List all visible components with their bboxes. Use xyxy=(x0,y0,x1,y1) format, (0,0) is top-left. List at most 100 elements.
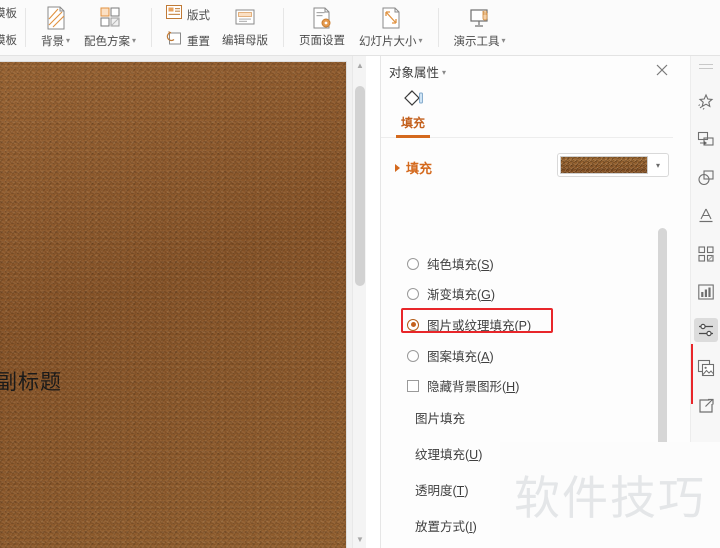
accel-key: S xyxy=(481,258,490,272)
ribbon-button-layout[interactable]: 版式 xyxy=(165,2,210,28)
ribbon-button-layout-label: 版式 xyxy=(187,9,211,22)
transition-icon[interactable] xyxy=(694,128,718,152)
section-fill-label: 填充 xyxy=(406,161,433,176)
triangle-expand-icon xyxy=(395,163,400,172)
ribbon-button-color-scheme-label: 配色方案 ▾ xyxy=(84,33,136,50)
hide-bg-text: 隐藏背景图形( xyxy=(427,380,507,394)
option-gradient-fill-label: 渐变填充(G) xyxy=(427,284,495,303)
scroll-up-arrow-icon[interactable]: ▲ xyxy=(353,58,366,72)
slide-subtitle-text[interactable]: 副标题 xyxy=(0,366,62,396)
ribbon-button-present-tools-label: 演示工具 ▾ xyxy=(454,33,506,50)
color-scheme-text: 配色方案 xyxy=(84,36,131,48)
suffix: ) xyxy=(515,380,520,394)
option-hide-background-graphics[interactable]: 隐藏背景图形(H) xyxy=(407,376,519,395)
color-scheme-icon xyxy=(98,3,122,33)
pane-scrollbar-thumb[interactable] xyxy=(658,228,667,458)
picture-panel-icon[interactable] xyxy=(694,356,718,380)
placement-text: 放置方式( xyxy=(415,520,470,534)
ribbon-button-page-setup[interactable]: 页面设置 xyxy=(292,0,352,55)
ribbon-button-present-tools[interactable]: 演示工具 ▾ xyxy=(447,0,513,55)
suffix: ) xyxy=(472,520,477,534)
transparency-text: 透明度( xyxy=(415,484,457,498)
edit-master-icon xyxy=(232,3,258,33)
suffix: ) xyxy=(489,258,494,272)
pane-title[interactable]: 对象属性 ▾ xyxy=(389,62,446,81)
option-solid-fill-label: 纯色填充(S) xyxy=(427,254,494,273)
accel-key: A xyxy=(481,350,490,364)
option-gradient-fill[interactable]: 渐变填充(G) xyxy=(407,284,495,303)
close-icon[interactable] xyxy=(652,60,672,80)
fill-preview-dropdown[interactable]: ▾ xyxy=(557,153,669,177)
canvas-vertical-scrollbar[interactable]: ▲ ▼ xyxy=(352,56,366,548)
shape-icon[interactable] xyxy=(694,166,718,190)
paint-bucket-icon xyxy=(389,84,437,114)
scroll-down-arrow-icon[interactable]: ▼ xyxy=(353,532,366,546)
watermark-text: 软件技巧 xyxy=(514,471,706,525)
chevron-down-icon: ▾ xyxy=(501,36,506,45)
ribbon-button-save-template[interactable]: 模板 xyxy=(0,28,17,55)
radio-pattern-fill[interactable] xyxy=(407,349,419,362)
ribbon-button-edit-master[interactable]: 编辑母版 xyxy=(215,0,275,55)
ribbon-group-layout: 版式 重置 编辑母版 xyxy=(156,0,279,55)
field-label-texture-fill: 纹理填充(U) xyxy=(415,444,482,463)
option-pattern-fill-label: 图案填充(A) xyxy=(427,346,494,365)
radio-gradient-fill[interactable] xyxy=(407,287,419,300)
option-picture-texture-fill[interactable]: 图片或纹理填充(P) xyxy=(407,315,531,334)
section-fill-header[interactable]: 填充 xyxy=(395,158,432,177)
suffix: ) xyxy=(490,288,496,302)
picture-fill-text: 图片填充 xyxy=(415,412,466,426)
background-text: 背景 xyxy=(41,36,64,48)
tab-fill-label: 填充 xyxy=(400,116,425,130)
ribbon-button-new-template-label: 模板 xyxy=(0,7,17,20)
slide-surface[interactable]: 示 副标题 xyxy=(0,62,346,548)
checkbox-hide-background-graphics[interactable] xyxy=(407,379,419,392)
smart-grid-icon[interactable] xyxy=(694,242,718,266)
text-art-icon[interactable] xyxy=(694,204,718,228)
ribbon-button-color-scheme[interactable]: 配色方案 ▾ xyxy=(77,0,143,55)
ribbon-button-edit-master-label: 编辑母版 xyxy=(222,35,269,47)
ribbon-stack-layout-reset: 版式 重置 xyxy=(160,0,215,55)
ribbon-toolbar: 模板 模板 背景▾ xyxy=(0,0,720,56)
rail-grip-handle[interactable] xyxy=(699,64,713,72)
ribbon-button-background[interactable]: 背景 ▾ xyxy=(34,0,77,55)
chart-icon[interactable] xyxy=(694,280,718,304)
suffix: ) xyxy=(478,448,483,462)
chevron-down-icon: ▾ xyxy=(418,36,423,45)
ribbon-button-slide-size-label: 幻灯片大小 ▾ xyxy=(359,33,423,50)
ribbon-separator-4 xyxy=(437,8,439,47)
app-window: 模板 模板 背景▾ xyxy=(0,0,720,548)
ribbon-button-slide-size[interactable]: 幻灯片大小 ▾ xyxy=(352,0,430,55)
layout-icon xyxy=(165,4,183,25)
background-icon xyxy=(45,3,67,33)
ribbon-group-page: 页面设置 幻灯片大小 ▾ xyxy=(288,0,434,55)
option-pattern-fill[interactable]: 图案填充(A) xyxy=(407,346,494,365)
texture-fill-text: 纹理填充( xyxy=(415,448,470,462)
gradient-fill-text: 渐变填充( xyxy=(427,288,482,302)
texture-preview-swatch xyxy=(560,156,648,174)
ribbon-separator-2 xyxy=(151,8,153,47)
page-setup-icon xyxy=(310,3,334,33)
picture-texture-fill-text: 图片或纹理填充( xyxy=(427,319,519,333)
chevron-down-icon: ▾ xyxy=(66,36,71,45)
ribbon-group-design: 背景 ▾ 配色方案 ▾ xyxy=(30,0,147,55)
radio-picture-texture-fill[interactable] xyxy=(407,318,419,331)
canvas-scrollbar-thumb[interactable] xyxy=(355,86,365,286)
ribbon-button-reset-label: 重置 xyxy=(187,35,211,48)
solid-fill-text: 纯色填充( xyxy=(427,258,482,272)
suffix: ) xyxy=(527,319,532,333)
suffix: ) xyxy=(464,484,469,498)
reset-icon xyxy=(165,30,183,51)
slide-canvas-area[interactable]: 示 副标题 ▲ ▼ xyxy=(0,56,366,548)
chevron-down-icon: ▾ xyxy=(442,68,447,77)
share-icon[interactable] xyxy=(694,394,718,418)
watermark-overlay: 软件技巧 xyxy=(500,442,720,548)
ribbon-button-background-label: 背景 ▾ xyxy=(41,33,70,50)
radio-solid-fill[interactable] xyxy=(407,257,419,270)
object-properties-icon[interactable] xyxy=(694,318,718,342)
animation-icon[interactable] xyxy=(694,90,718,114)
option-solid-fill[interactable]: 纯色填充(S) xyxy=(407,254,494,273)
tab-fill[interactable]: 填充 xyxy=(389,84,437,138)
accel-key: G xyxy=(481,288,491,302)
ribbon-button-reset[interactable]: 重置 xyxy=(165,28,210,54)
ribbon-button-new-template[interactable]: 模板 xyxy=(0,1,17,28)
